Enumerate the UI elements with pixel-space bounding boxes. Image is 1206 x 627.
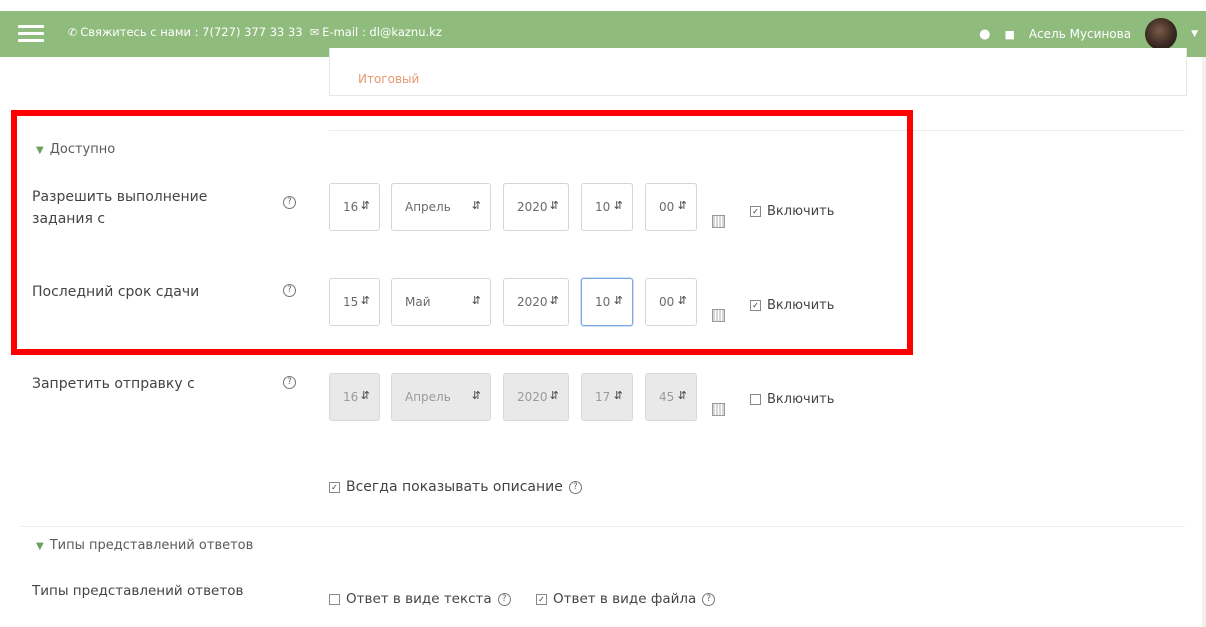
- cutoff-label: Запретить отправку с: [32, 376, 195, 392]
- messages-icon[interactable]: ■: [1004, 28, 1014, 41]
- cutoff-day[interactable]: 16 ⇵: [329, 373, 380, 421]
- cutoff-month[interactable]: Апрель ⇵: [391, 373, 491, 421]
- checkbox-icon[interactable]: ✓: [329, 481, 340, 493]
- cutoff-minute[interactable]: 45 ⇵: [645, 373, 697, 421]
- cutoff-year[interactable]: 2020 ⇵: [503, 373, 569, 421]
- mail-icon: ✉: [309, 26, 320, 39]
- user-name[interactable]: Асель Мусинова: [1029, 27, 1131, 41]
- cutoff-hour[interactable]: 17 ⇵: [581, 373, 633, 421]
- expand-icon: ▼: [36, 541, 44, 552]
- always-show-description[interactable]: ✓ Всегда показывать описание ?: [329, 479, 582, 495]
- help-icon[interactable]: ?: [283, 376, 296, 389]
- contact-phone: Свяжитесь с нами : 7(727) 377 33 33: [80, 25, 303, 39]
- grade-link[interactable]: Итоговый: [358, 72, 419, 86]
- contact-email: E-mail : dl@kaznu.kz: [322, 25, 442, 39]
- cutoff-enable[interactable]: Включить: [750, 392, 834, 407]
- scrollbar[interactable]: [1202, 57, 1206, 627]
- top-strip: [0, 0, 1206, 11]
- help-icon[interactable]: ?: [497, 592, 511, 606]
- chevron-down-icon[interactable]: ▼: [1191, 29, 1198, 39]
- grade-card: [329, 48, 1187, 96]
- divider: [20, 526, 1185, 527]
- checkbox-icon[interactable]: ✓: [536, 593, 547, 605]
- submission-text-option[interactable]: Ответ в виде текста ?: [329, 591, 511, 607]
- user-area: ● ■ Асель Мусинова ▼: [979, 18, 1198, 50]
- calendar-icon[interactable]: [712, 403, 725, 416]
- avatar[interactable]: [1145, 18, 1178, 50]
- help-icon[interactable]: ?: [568, 480, 582, 494]
- notifications-icon[interactable]: ●: [979, 27, 990, 42]
- submission-file-option[interactable]: ✓ Ответ в виде файла ?: [536, 591, 716, 607]
- phone-icon: ✆: [68, 26, 78, 39]
- help-icon[interactable]: ?: [702, 592, 716, 606]
- highlight-box: [11, 110, 913, 355]
- checkbox-icon[interactable]: [329, 593, 340, 605]
- contact-info: ✆ Свяжитесь с нами : 7(727) 377 33 33 ✉ E-…: [68, 25, 442, 39]
- submission-types-label: Типы представлений ответов: [32, 583, 244, 599]
- checkbox-icon[interactable]: [750, 394, 761, 405]
- section-submission-title: Типы представлений ответов: [49, 538, 254, 553]
- menu-icon[interactable]: [18, 24, 44, 44]
- section-submission-types[interactable]: ▼ Типы представлений ответов: [36, 538, 253, 553]
